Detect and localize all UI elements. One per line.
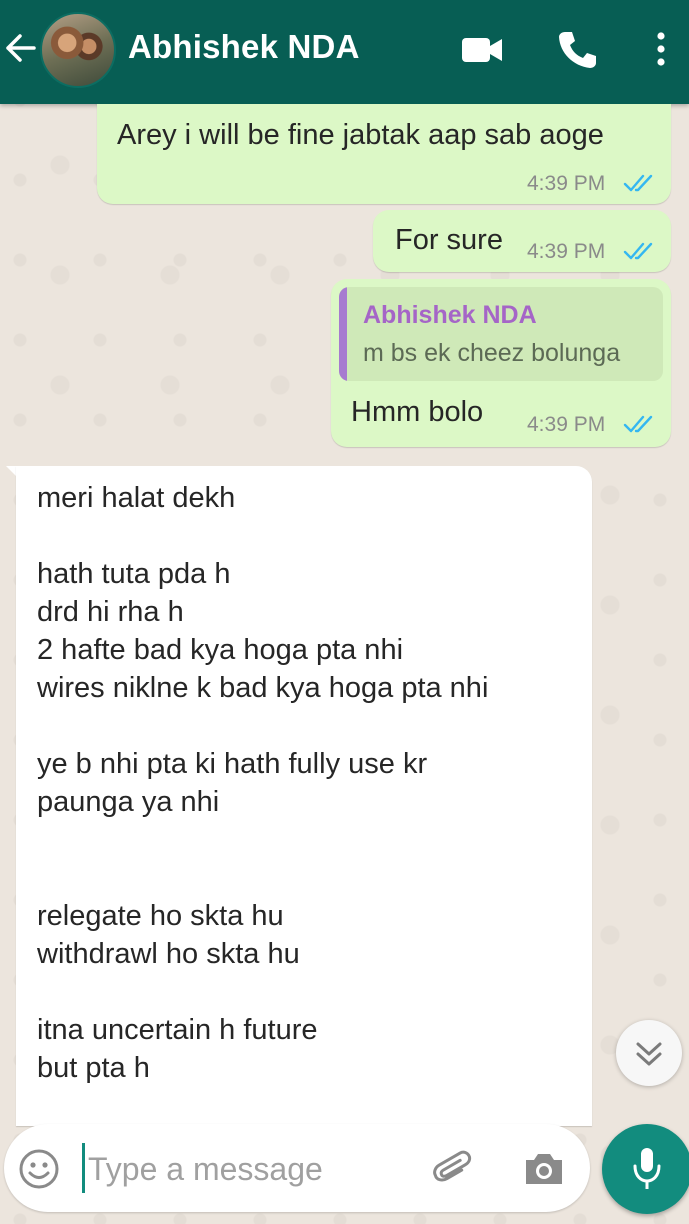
quote-text: m bs ek cheez bolunga: [363, 339, 621, 367]
message-line: 2 hafte bad kya hoga pta nhi: [37, 634, 404, 666]
double-chevron-down-icon: [636, 1042, 662, 1066]
chat-header: Abhishek NDA: [0, 0, 689, 104]
outgoing-message[interactable]: Arey i will be fine jabtak aap sab aoge …: [97, 104, 671, 204]
arrow-left-icon[interactable]: [2, 28, 38, 68]
message-line: ye b nhi pta ki hath fully use kr: [37, 748, 428, 780]
text-cursor: [82, 1143, 85, 1193]
incoming-message[interactable]: meri halat dekh hath tuta pda h drd hi r…: [16, 466, 592, 1126]
double-check-icon: [623, 415, 653, 433]
camera-icon[interactable]: [522, 1148, 566, 1188]
emoji-icon[interactable]: [18, 1148, 60, 1190]
scroll-to-bottom-button[interactable]: [616, 1020, 682, 1086]
mic-icon: [633, 1148, 661, 1189]
message-input[interactable]: Type a message: [88, 1151, 323, 1188]
message-composer[interactable]: Type a message: [4, 1124, 590, 1212]
message-line: drd hi rha h: [37, 596, 184, 628]
contact-avatar[interactable]: [40, 12, 116, 88]
quote-author: Abhishek NDA: [363, 301, 537, 329]
message-line: hath tuta pda h: [37, 558, 231, 590]
message-line: meri halat dekh: [37, 482, 236, 514]
quote-accent-bar: [339, 287, 347, 381]
double-check-icon: [623, 242, 653, 260]
contact-name[interactable]: Abhishek NDA: [128, 28, 360, 66]
message-line: relegate ho skta hu: [37, 900, 284, 932]
outgoing-message[interactable]: For sure 4:39 PM: [373, 210, 671, 272]
paperclip-icon[interactable]: [432, 1146, 476, 1190]
voice-record-button[interactable]: [602, 1124, 689, 1214]
message-line: but pta h: [37, 1052, 150, 1084]
phone-icon[interactable]: [556, 28, 598, 70]
videocam-icon[interactable]: [460, 28, 504, 70]
outgoing-reply-message[interactable]: Abhishek NDA m bs ek cheez bolunga Hmm b…: [331, 279, 671, 447]
message-line: itna uncertain h future: [37, 1014, 318, 1046]
more-vert-icon[interactable]: [650, 28, 672, 70]
message-line: paunga ya nhi: [37, 786, 220, 818]
message-text: Hmm bolo: [351, 396, 484, 428]
message-time: 4:39 PM: [527, 172, 606, 195]
message-text: For sure: [395, 224, 503, 256]
message-text: Arey i will be fine jabtak aap sab aoge: [117, 119, 604, 151]
quoted-message[interactable]: Abhishek NDA m bs ek cheez bolunga: [339, 287, 663, 381]
message-line: wires niklne k bad kya hoga pta nhi: [37, 672, 489, 704]
message-time: 4:39 PM: [527, 240, 606, 263]
double-check-icon: [623, 174, 653, 192]
message-line: withdrawl ho skta hu: [37, 938, 300, 970]
message-time: 4:39 PM: [527, 413, 606, 436]
